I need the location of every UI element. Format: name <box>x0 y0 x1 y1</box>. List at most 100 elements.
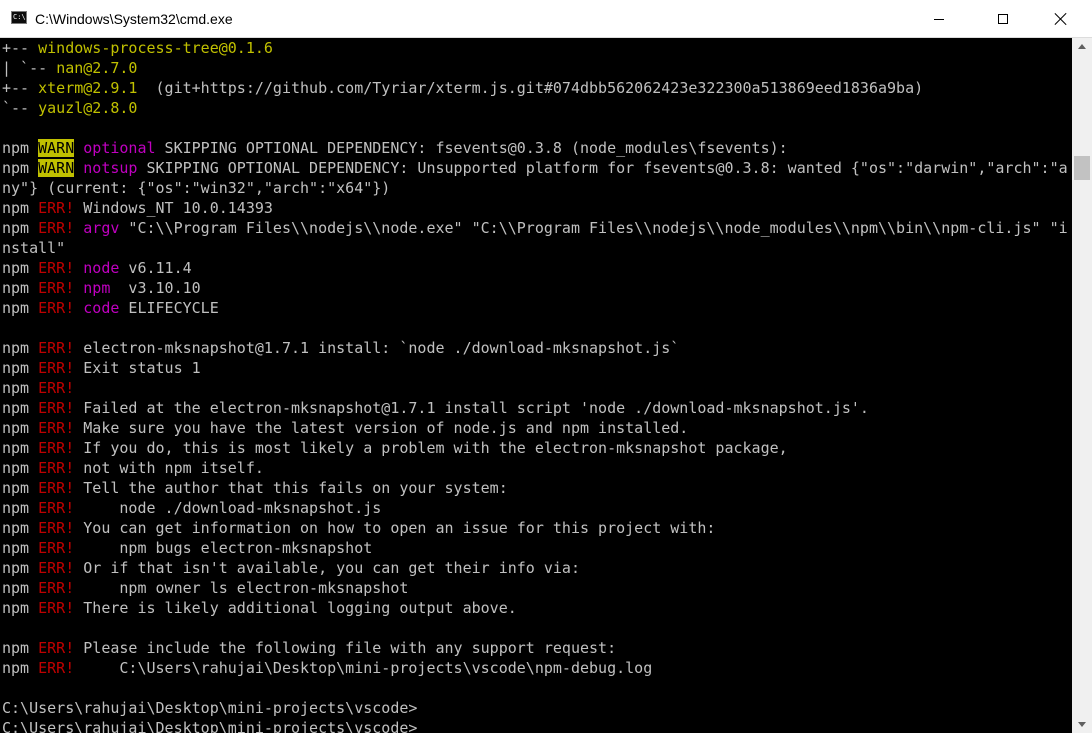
console-text: npm <box>2 559 39 577</box>
console-text: windows-process-tree@0.1.6 <box>38 39 273 57</box>
console-text: npm <box>2 519 39 537</box>
cmd-icon: C:\ <box>11 11 27 24</box>
console-line: npm ERR! If you do, this is most likely … <box>2 438 1068 458</box>
console-text: ny"} (current: {"os":"win32","arch":"x64… <box>2 179 391 197</box>
console-text: ERR! <box>38 339 75 357</box>
console-text: electron-mksnapshot@1.7.1 install: `node… <box>74 339 680 357</box>
console-text: npm <box>2 459 39 477</box>
scroll-down-arrow-icon[interactable] <box>1072 716 1092 733</box>
maximize-button[interactable] <box>980 0 1026 38</box>
window-title: C:\Windows\System32\cmd.exe <box>35 11 233 27</box>
console-text: ERR! <box>38 479 75 497</box>
console-text: node ./download-mksnapshot.js <box>74 499 382 517</box>
console-line: npm ERR! node ./download-mksnapshot.js <box>2 498 1068 518</box>
console-text: npm <box>2 379 39 397</box>
console-line: npm ERR! <box>2 378 1068 398</box>
console-text: Failed at the electron-mksnapshot@1.7.1 … <box>74 399 869 417</box>
console-line: npm ERR! electron-mksnapshot@1.7.1 insta… <box>2 338 1068 358</box>
console-text: npm <box>2 139 39 157</box>
console-text: yauzl@2.8.0 <box>38 99 138 117</box>
console-text: +-- <box>2 39 39 57</box>
console-text: Or if that isn't available, you can get … <box>74 559 580 577</box>
console-line: `-- yauzl@2.8.0 <box>2 98 1068 118</box>
console-text: Please include the following file with a… <box>74 639 617 657</box>
console-line: npm ERR! Exit status 1 <box>2 358 1068 378</box>
console-text: npm <box>2 199 39 217</box>
console-text: npm <box>83 279 111 297</box>
console-text: npm <box>2 259 39 277</box>
console-text: There is likely additional logging outpu… <box>74 599 517 617</box>
console-text: v3.10.10 <box>110 279 201 297</box>
console-text: not with npm itself. <box>74 459 264 477</box>
console-text: npm <box>2 659 39 677</box>
console-text: nan@2.7.0 <box>56 59 138 77</box>
console-text: ERR! <box>38 539 75 557</box>
console-text: npm <box>2 299 39 317</box>
maximize-icon <box>998 14 1008 24</box>
console-text: npm <box>2 279 39 297</box>
console-text: ERR! <box>38 279 75 297</box>
minimize-button[interactable] <box>916 0 962 38</box>
console-text: ERR! <box>38 459 75 477</box>
console-line: npm ERR! Please include the following fi… <box>2 638 1068 658</box>
console-line: npm ERR! not with npm itself. <box>2 458 1068 478</box>
console-output[interactable]: +-- windows-process-tree@0.1.6 | `-- nan@… <box>0 38 1072 733</box>
console-line: npm ERR! Tell the author that this fails… <box>2 478 1068 498</box>
console-text: WARN <box>38 139 75 157</box>
console-text: Tell the author that this fails on your … <box>74 479 508 497</box>
scrollbar-thumb[interactable] <box>1074 156 1090 180</box>
console-text: ERR! <box>38 659 75 677</box>
console-text: npm bugs electron-mksnapshot <box>74 539 373 557</box>
console-text: SKIPPING OPTIONAL DEPENDENCY: fsevents@0… <box>155 139 788 157</box>
console-text: npm <box>2 219 39 237</box>
console-line: +-- xterm@2.9.1 (git+https://github.com/… <box>2 78 1068 98</box>
console-line: | `-- nan@2.7.0 <box>2 58 1068 78</box>
console-text: `-- <box>2 99 39 117</box>
console-text: ERR! <box>38 199 75 217</box>
console-text: ERR! <box>38 639 75 657</box>
console-text: If you do, this is most likely a problem… <box>74 439 788 457</box>
scroll-up-arrow-icon[interactable] <box>1072 38 1092 55</box>
console-line: npm ERR! You can get information on how … <box>2 518 1068 538</box>
console-text: C:\Users\rahujai\Desktop\mini-projects\v… <box>2 699 418 717</box>
console-text: | `-- <box>2 59 57 77</box>
console-text: node <box>83 259 120 277</box>
console-line: npm ERR! npm bugs electron-mksnapshot <box>2 538 1068 558</box>
console-text: "C:\\Program Files\\nodejs\\node.exe" "C… <box>119 219 1068 237</box>
console-text: C:\Users\rahujai\Desktop\mini-projects\v… <box>2 719 418 733</box>
console-text: ERR! <box>38 579 75 597</box>
console-line: npm WARN notsup SKIPPING OPTIONAL DEPEND… <box>2 158 1068 178</box>
console-text: ERR! <box>38 439 75 457</box>
close-button[interactable] <box>1038 0 1084 38</box>
console-line: npm ERR! Failed at the electron-mksnapsh… <box>2 398 1068 418</box>
vertical-scrollbar[interactable] <box>1072 38 1092 733</box>
console-text: npm owner ls electron-mksnapshot <box>74 579 409 597</box>
console-text: ERR! <box>38 419 75 437</box>
console-text: You can get information on how to open a… <box>74 519 716 537</box>
console-text: ERR! <box>38 299 75 317</box>
console-text: ERR! <box>38 599 75 617</box>
console-text: npm <box>2 159 39 177</box>
console-text: code <box>83 299 120 317</box>
console-text: nstall" <box>2 239 66 257</box>
console-text: WARN <box>38 159 75 177</box>
console-line: npm ERR! There is likely additional logg… <box>2 598 1068 618</box>
console-text: npm <box>2 599 39 617</box>
console-text: npm <box>2 539 39 557</box>
console-line: ny"} (current: {"os":"win32","arch":"x64… <box>2 178 1068 198</box>
console-text: +-- <box>2 79 39 97</box>
console-text: ERR! <box>38 399 75 417</box>
console-text: npm <box>2 639 39 657</box>
console-text: v6.11.4 <box>119 259 192 277</box>
console-line: npm ERR! argv "C:\\Program Files\\nodejs… <box>2 218 1068 238</box>
title-bar[interactable]: C:\ C:\Windows\System32\cmd.exe <box>0 0 1092 38</box>
console-text: ERR! <box>38 219 75 237</box>
console-text: npm <box>2 479 39 497</box>
console-line: npm ERR! Windows_NT 10.0.14393 <box>2 198 1068 218</box>
